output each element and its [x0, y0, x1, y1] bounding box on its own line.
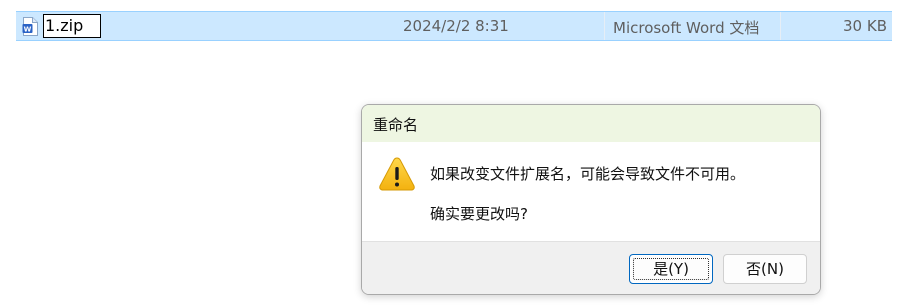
rename-dialog: 重命名 如果改变文件扩展名，可能会导致文件不可用。 确实要更改吗? 是(Y) 否…: [361, 104, 821, 295]
file-size: 30 KB: [843, 17, 887, 35]
file-list-row[interactable]: W 1.zip 2024/2/2 8:31 Microsoft Word 文档 …: [16, 11, 892, 41]
file-type: Microsoft Word 文档: [613, 19, 760, 37]
no-button[interactable]: 否(N): [723, 254, 807, 284]
rename-input-text: 1.zip: [45, 16, 84, 35]
file-explorer-view: W 1.zip 2024/2/2 8:31 Microsoft Word 文档 …: [0, 0, 904, 307]
word-document-icon: W: [22, 17, 38, 36]
dialog-question: 确实要更改吗?: [430, 205, 528, 223]
warning-icon: [378, 156, 416, 192]
yes-button[interactable]: 是(Y): [629, 254, 713, 284]
file-modified-date: 2024/2/2 8:31: [403, 17, 509, 35]
dialog-message: 如果改变文件扩展名，可能会导致文件不可用。: [430, 165, 746, 183]
dialog-titlebar[interactable]: 重命名: [362, 105, 820, 142]
dialog-button-bar: 是(Y) 否(N): [362, 241, 820, 294]
svg-text:W: W: [24, 26, 32, 34]
no-button-label: 否(N): [746, 260, 784, 278]
yes-button-label: 是(Y): [653, 260, 689, 278]
rename-input[interactable]: 1.zip: [43, 14, 101, 38]
dialog-title: 重命名: [373, 116, 419, 134]
column-divider: [604, 12, 605, 40]
column-divider: [780, 12, 781, 40]
